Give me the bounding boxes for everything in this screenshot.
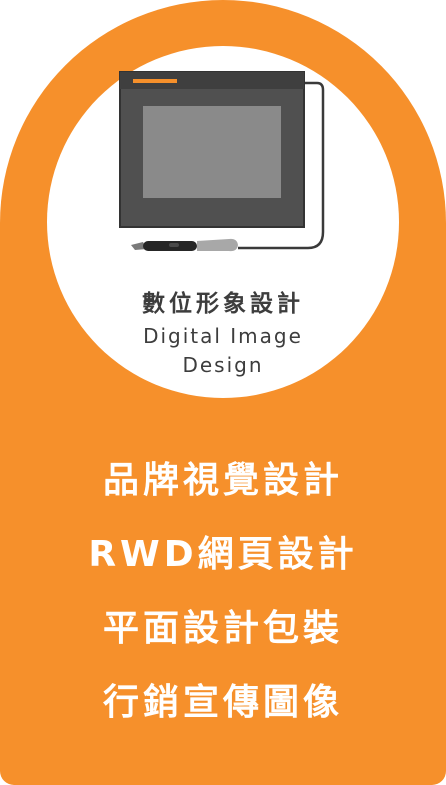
stylus-pen-icon <box>131 238 238 252</box>
tablet-screen <box>143 106 281 198</box>
circle-title-zh: 數位形象設計 <box>142 291 304 317</box>
circle-title-en-line2: Design <box>182 353 264 377</box>
services-list: 品牌視覺設計 RWD網頁設計 平面設計包裝 行銷宣傳圖像 <box>0 450 446 746</box>
service-item-print-packaging: 平面設計包裝 <box>102 608 343 649</box>
circle-title-en-line1: Digital Image <box>143 324 303 348</box>
circle-badge: 數位形象設計 Digital Image Design <box>47 46 399 398</box>
service-item-rwd-web: RWD網頁設計 <box>88 534 358 575</box>
service-item-marketing-graphics: 行銷宣傳圖像 <box>102 682 343 723</box>
tablet-accent-bar <box>133 79 177 83</box>
circle-title-en: Digital Image Design <box>47 322 399 380</box>
service-item-brand-visual: 品牌視覺設計 <box>102 460 343 501</box>
service-card: 數位形象設計 Digital Image Design 品牌視覺設計 RWD網頁… <box>0 0 446 785</box>
